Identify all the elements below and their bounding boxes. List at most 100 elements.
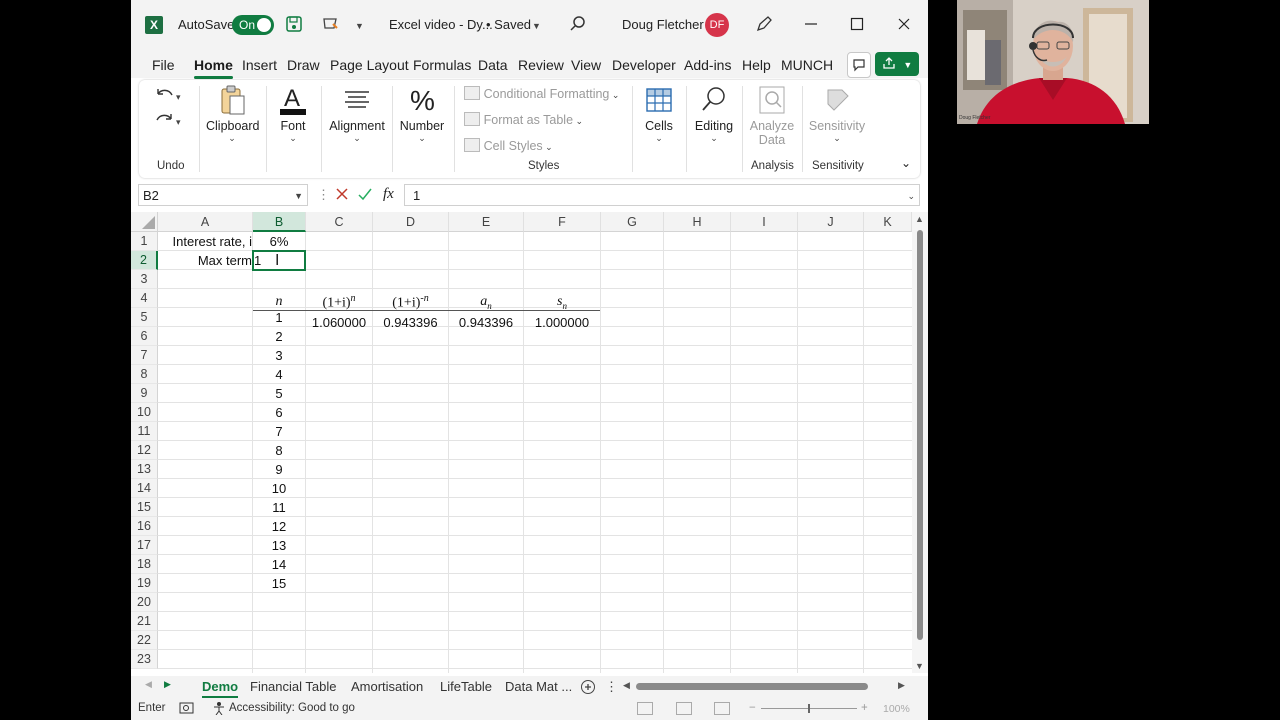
row-header-23[interactable]: 23: [131, 650, 158, 669]
cell-B18[interactable]: 14: [253, 555, 305, 574]
confirm-entry-icon[interactable]: [357, 185, 373, 206]
cell-B12[interactable]: 8: [253, 441, 305, 460]
row-header-9[interactable]: 9: [131, 384, 158, 403]
save-icon[interactable]: [285, 15, 303, 35]
next-sheet-icon[interactable]: ▶: [164, 679, 171, 690]
tab-draw[interactable]: Draw: [287, 56, 320, 74]
quick-access-dropdown-icon[interactable]: ▼: [355, 15, 364, 35]
row-header-1[interactable]: 1: [131, 232, 158, 251]
row-header-17[interactable]: 17: [131, 536, 158, 555]
cancel-entry-icon[interactable]: [334, 185, 350, 206]
row-header-18[interactable]: 18: [131, 555, 158, 574]
header-annuity-fv[interactable]: sn: [524, 292, 600, 311]
share-button[interactable]: ▼: [875, 52, 919, 76]
clipboard-button[interactable]: Clipboard ⌄: [206, 84, 260, 144]
accessibility-status[interactable]: Accessibility: Good to go: [229, 702, 355, 714]
row-header-20[interactable]: 20: [131, 593, 158, 612]
row-header-12[interactable]: 12: [131, 441, 158, 460]
tab-review[interactable]: Review: [518, 56, 564, 74]
column-header-b[interactable]: B: [253, 212, 306, 232]
header-accumulation-factor[interactable]: (1+i)n: [306, 289, 372, 311]
page-break-view-icon[interactable]: [714, 702, 730, 715]
tab-data[interactable]: Data: [478, 56, 508, 74]
sheet-tab-financial-table[interactable]: Financial Table: [250, 678, 336, 696]
cell-styles-button[interactable]: Cell Styles ⌄: [464, 138, 553, 153]
font-button[interactable]: A Font ⌄: [273, 84, 313, 144]
accessibility-icon[interactable]: [211, 701, 227, 718]
scroll-left-icon[interactable]: ◀: [623, 680, 630, 691]
header-discount-factor[interactable]: (1+i)-n: [373, 289, 448, 311]
collapse-ribbon-icon[interactable]: ⌄: [901, 156, 911, 170]
prev-sheet-icon[interactable]: ◀: [145, 679, 152, 690]
column-header-e[interactable]: E: [449, 212, 524, 232]
zoom-slider-handle[interactable]: [808, 704, 810, 713]
row-header-16[interactable]: 16: [131, 517, 158, 536]
vertical-scrollbar[interactable]: ▲ ▼: [912, 212, 928, 673]
scroll-up-icon[interactable]: ▲: [915, 214, 924, 224]
column-header-i[interactable]: I: [731, 212, 798, 232]
sensitivity-button[interactable]: Sensitivity ⌄: [807, 84, 867, 144]
column-header-j[interactable]: J: [798, 212, 864, 232]
row-header-13[interactable]: 13: [131, 460, 158, 479]
redo-button[interactable]: ▾: [154, 111, 184, 132]
cell-A2[interactable]: Max term: [158, 251, 252, 270]
sheet-tab-lifetable[interactable]: LifeTable: [440, 678, 492, 696]
row-header-21[interactable]: 21: [131, 612, 158, 631]
cells-button[interactable]: Cells ⌄: [639, 84, 679, 144]
scroll-right-icon[interactable]: ▶: [898, 680, 905, 691]
header-annuity-pv[interactable]: an: [449, 292, 523, 311]
row-header-22[interactable]: 22: [131, 631, 158, 650]
page-layout-view-icon[interactable]: [676, 702, 692, 715]
maximize-icon[interactable]: [850, 15, 864, 35]
cell-B5[interactable]: 1: [253, 308, 305, 327]
cell-B10[interactable]: 6: [253, 403, 305, 422]
pen-icon[interactable]: [755, 15, 773, 35]
cell-B9[interactable]: 5: [253, 384, 305, 403]
add-sheet-button[interactable]: [580, 679, 596, 698]
cell-B13[interactable]: 9: [253, 460, 305, 479]
search-icon[interactable]: [569, 15, 587, 35]
cell-B15[interactable]: 11: [253, 498, 305, 517]
cell-A1[interactable]: Interest rate, i: [158, 232, 252, 251]
row-header-4[interactable]: 4: [131, 289, 158, 308]
horizontal-scroll-thumb[interactable]: [636, 683, 868, 690]
close-icon[interactable]: [897, 15, 911, 35]
column-header-g[interactable]: G: [601, 212, 664, 232]
cell-D5[interactable]: 0.943396: [373, 313, 448, 332]
sheet-tab-demo[interactable]: Demo: [202, 678, 239, 698]
row-header-14[interactable]: 14: [131, 479, 158, 498]
insert-function-button[interactable]: fx: [383, 186, 394, 203]
minimize-icon[interactable]: [804, 15, 818, 35]
column-header-a[interactable]: A: [158, 212, 253, 232]
customize-icon[interactable]: [321, 15, 341, 35]
macro-recording-icon[interactable]: [179, 701, 195, 718]
zoom-out-icon[interactable]: −: [749, 702, 756, 714]
vertical-scroll-thumb[interactable]: [917, 230, 923, 640]
analyze-data-button[interactable]: Analyze Data: [747, 84, 797, 147]
select-all-button[interactable]: [131, 212, 158, 232]
row-header-8[interactable]: 8: [131, 365, 158, 384]
row-header-15[interactable]: 15: [131, 498, 158, 517]
tab-munch[interactable]: MUNCH: [781, 56, 833, 74]
tab-page-layout[interactable]: Page Layout: [330, 56, 409, 74]
cell-B16[interactable]: 12: [253, 517, 305, 536]
cell-B17[interactable]: 13: [253, 536, 305, 555]
tab-developer[interactable]: Developer: [612, 56, 676, 74]
row-header-2[interactable]: 2: [131, 251, 158, 270]
row-header-7[interactable]: 7: [131, 346, 158, 365]
column-header-h[interactable]: H: [664, 212, 731, 232]
name-box[interactable]: B2 ▼: [138, 184, 308, 206]
row-header-6[interactable]: 6: [131, 327, 158, 346]
column-header-k[interactable]: K: [864, 212, 912, 232]
formula-input[interactable]: 1 ⌄: [404, 184, 920, 206]
alignment-button[interactable]: Alignment ⌄: [326, 84, 388, 144]
tab-add-ins[interactable]: Add-ins: [684, 56, 731, 74]
undo-button[interactable]: ▾: [154, 86, 184, 107]
row-header-19[interactable]: 19: [131, 574, 158, 593]
column-header-d[interactable]: D: [373, 212, 449, 232]
cell-F5[interactable]: 1.000000: [524, 313, 600, 332]
cell-B8[interactable]: 4: [253, 365, 305, 384]
avatar[interactable]: DF: [705, 13, 729, 37]
tab-help[interactable]: Help: [742, 56, 771, 74]
row-header-5[interactable]: 5: [131, 308, 158, 327]
